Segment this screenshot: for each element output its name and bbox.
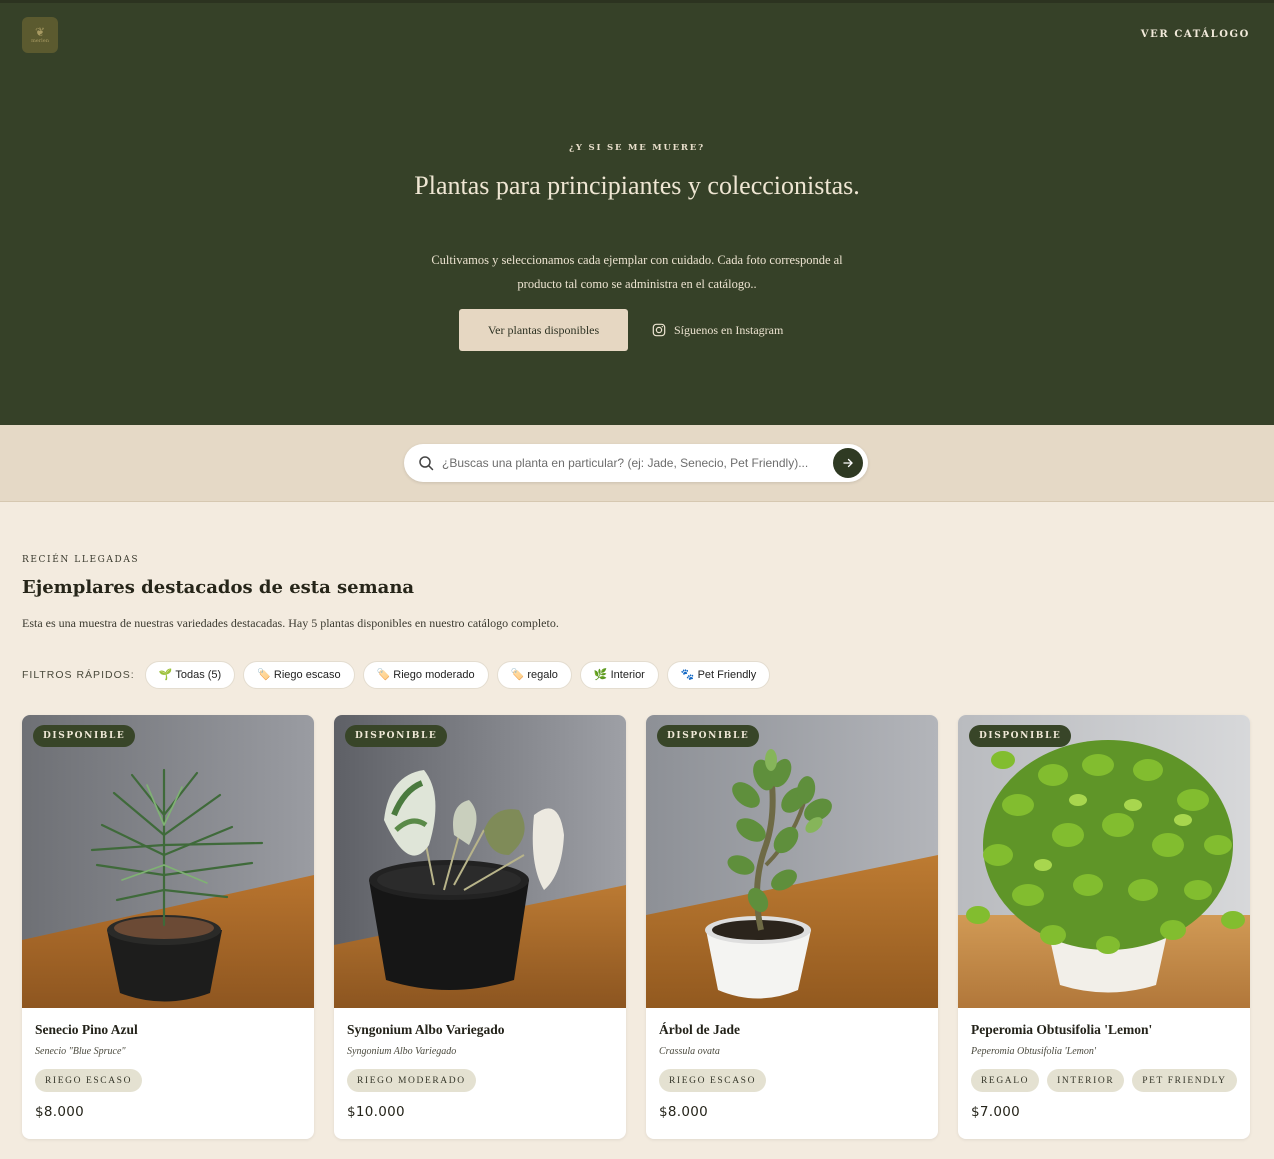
product-card[interactable]: DISPONIBLE Syngonium Albo Variegado Syng… [334, 715, 626, 1139]
product-tag: RIEGO ESCASO [659, 1069, 767, 1092]
instagram-link[interactable]: Síguenos en Instagram [652, 319, 783, 341]
product-tags: RIEGO ESCASO [35, 1069, 143, 1092]
filter-chip-label: Todas (5) [175, 669, 222, 681]
arrow-right-icon [843, 458, 853, 468]
product-card[interactable]: DISPONIBLE Senecio Pino Azul Senecio "Bl… [22, 715, 314, 1139]
filter-chip-label: Riego moderado [393, 669, 475, 681]
product-tags: RIEGO ESCASO [659, 1069, 767, 1092]
paw-icon: 🐾 [680, 668, 695, 681]
search-submit-button[interactable] [833, 448, 863, 478]
leaf-logo-icon: ❦ [34, 25, 46, 39]
product-tags: REGALO INTERIOR PET FRIENDLY [971, 1069, 1237, 1092]
product-tag: RIEGO ESCASO [35, 1069, 143, 1092]
product-card[interactable]: DISPONIBLE Árbol de Jade Crassula ovata … [646, 715, 938, 1139]
product-photo [22, 715, 314, 1008]
tag-icon: 🏷️ [257, 668, 271, 681]
availability-badge: DISPONIBLE [657, 725, 760, 747]
product-photo [958, 715, 1250, 1008]
product-name: Senecio Pino Azul [35, 1022, 138, 1037]
hero-eyebrow: ¿Y SI SE ME MUERE? [569, 143, 705, 153]
logo-text: merlen [31, 38, 49, 44]
product-name: Árbol de Jade [659, 1022, 740, 1037]
instagram-label: Síguenos en Instagram [674, 322, 784, 337]
tag-icon: 🏷️ [510, 668, 525, 681]
filter-chip-label: Pet Friendly [697, 669, 757, 681]
filter-chip-interior[interactable]: 🌿 Interior [579, 661, 659, 689]
nav-catalog-link[interactable]: VER CATÁLOGO [1141, 29, 1250, 40]
product-tag: REGALO [971, 1069, 1040, 1092]
brand-logo[interactable]: ❦ merlen [22, 17, 58, 53]
product-scientific-name: Syngonium Albo Variegado [347, 1046, 457, 1057]
seedling-icon: 🌱 [158, 668, 173, 681]
product-scientific-name: Peperomia Obtusifolia 'Lemon' [971, 1046, 1097, 1057]
search-icon [419, 456, 434, 471]
filter-chip-label: Interior [610, 669, 645, 681]
product-tag: PET FRIENDLY [1132, 1069, 1237, 1092]
product-photo [646, 715, 938, 1008]
product-tags: RIEGO MODERADO [347, 1069, 476, 1092]
filter-chip-regalo[interactable]: 🏷️ regalo [496, 661, 572, 689]
product-name: Syngonium Albo Variegado [347, 1022, 505, 1037]
product-name: Peperomia Obtusifolia 'Lemon' [971, 1022, 1153, 1037]
filter-chip-riego-moderado[interactable]: 🏷️ Riego moderado [362, 661, 489, 689]
filter-chip-label: Riego escaso [273, 669, 341, 681]
search-band [0, 425, 1274, 502]
product-card[interactable]: DISPONIBLE Peperomia Obtusifolia 'Lemon'… [958, 715, 1250, 1139]
availability-badge: DISPONIBLE [969, 725, 1072, 747]
filter-chip-label: regalo [527, 669, 558, 681]
product-price: $10.000 [347, 1104, 405, 1120]
filters-label: FILTROS RÁPIDOS: [22, 669, 135, 681]
availability-badge: DISPONIBLE [345, 725, 448, 747]
filter-chip-pet-friendly[interactable]: 🐾 Pet Friendly [666, 661, 771, 689]
product-photo [334, 715, 626, 1008]
product-tag: INTERIOR [1047, 1069, 1125, 1092]
hero-subtitle: Cultivamos y seleccionamos cada ejemplar… [431, 253, 843, 291]
hero-title: Plantas para principiantes y coleccionis… [414, 171, 860, 200]
section-description: Esta es una muestra de nuestras variedad… [22, 616, 559, 630]
product-price: $7.000 [971, 1104, 1021, 1120]
availability-badge: DISPONIBLE [33, 725, 136, 747]
quick-filters: FILTROS RÁPIDOS: 🌱 Todas (5) 🏷️ Riego es… [22, 661, 771, 689]
product-scientific-name: Crassula ovata [659, 1046, 720, 1057]
product-scientific-name: Senecio "Blue Spruce" [35, 1046, 126, 1057]
product-tag: RIEGO MODERADO [347, 1069, 476, 1092]
section-eyebrow: RECIÉN LLEGADAS [22, 555, 140, 565]
view-available-plants-button[interactable]: Ver plantas disponibles [459, 309, 628, 351]
section-title: Ejemplares destacados de esta semana [22, 577, 415, 598]
herb-icon: 🌿 [593, 668, 608, 681]
product-grid: DISPONIBLE Senecio Pino Azul Senecio "Bl… [22, 715, 1250, 1139]
tag-icon: 🏷️ [376, 668, 391, 681]
search-input[interactable] [442, 453, 828, 473]
product-price: $8.000 [659, 1104, 709, 1120]
filter-chip-riego-escaso[interactable]: 🏷️ Riego escaso [243, 661, 355, 689]
filter-chip-all[interactable]: 🌱 Todas (5) [144, 661, 236, 689]
search-box [404, 444, 868, 482]
instagram-icon [652, 323, 666, 337]
hero-section: ❦ merlen VER CATÁLOGO ¿Y SI SE ME MUERE?… [0, 0, 1274, 425]
product-price: $8.000 [35, 1104, 85, 1120]
